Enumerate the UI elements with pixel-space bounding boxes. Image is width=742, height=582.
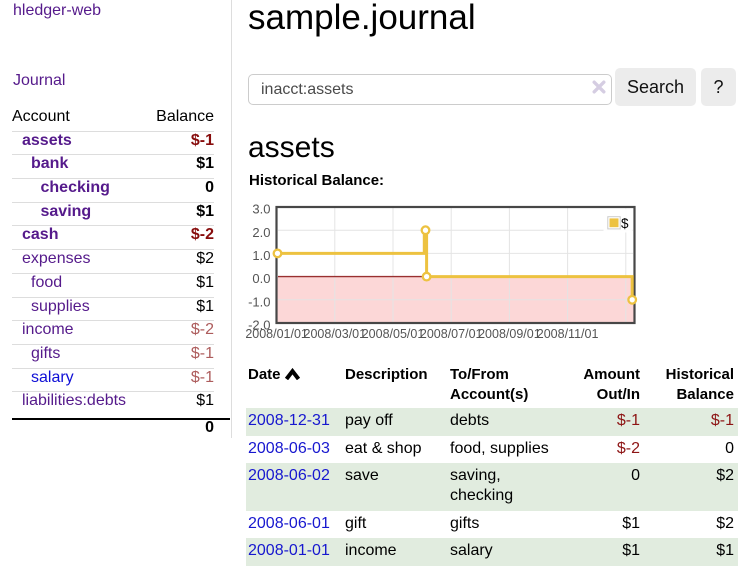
- svg-text:$: $: [621, 216, 629, 231]
- svg-text:0.0: 0.0: [252, 271, 270, 286]
- svg-text:2008/03/01: 2008/03/01: [304, 327, 367, 341]
- svg-text:2008/05/01: 2008/05/01: [362, 327, 425, 341]
- svg-text:2008/11/01: 2008/11/01: [537, 327, 599, 341]
- svg-text:2008/09/01: 2008/09/01: [478, 327, 541, 341]
- svg-text:2008/07/01: 2008/07/01: [420, 327, 483, 341]
- svg-text:2.0: 2.0: [252, 225, 270, 240]
- svg-text:-1.0: -1.0: [248, 294, 270, 309]
- svg-text:3.0: 3.0: [252, 202, 270, 217]
- svg-text:1.0: 1.0: [252, 248, 270, 263]
- svg-text:2008/01/01: 2008/01/01: [245, 327, 308, 341]
